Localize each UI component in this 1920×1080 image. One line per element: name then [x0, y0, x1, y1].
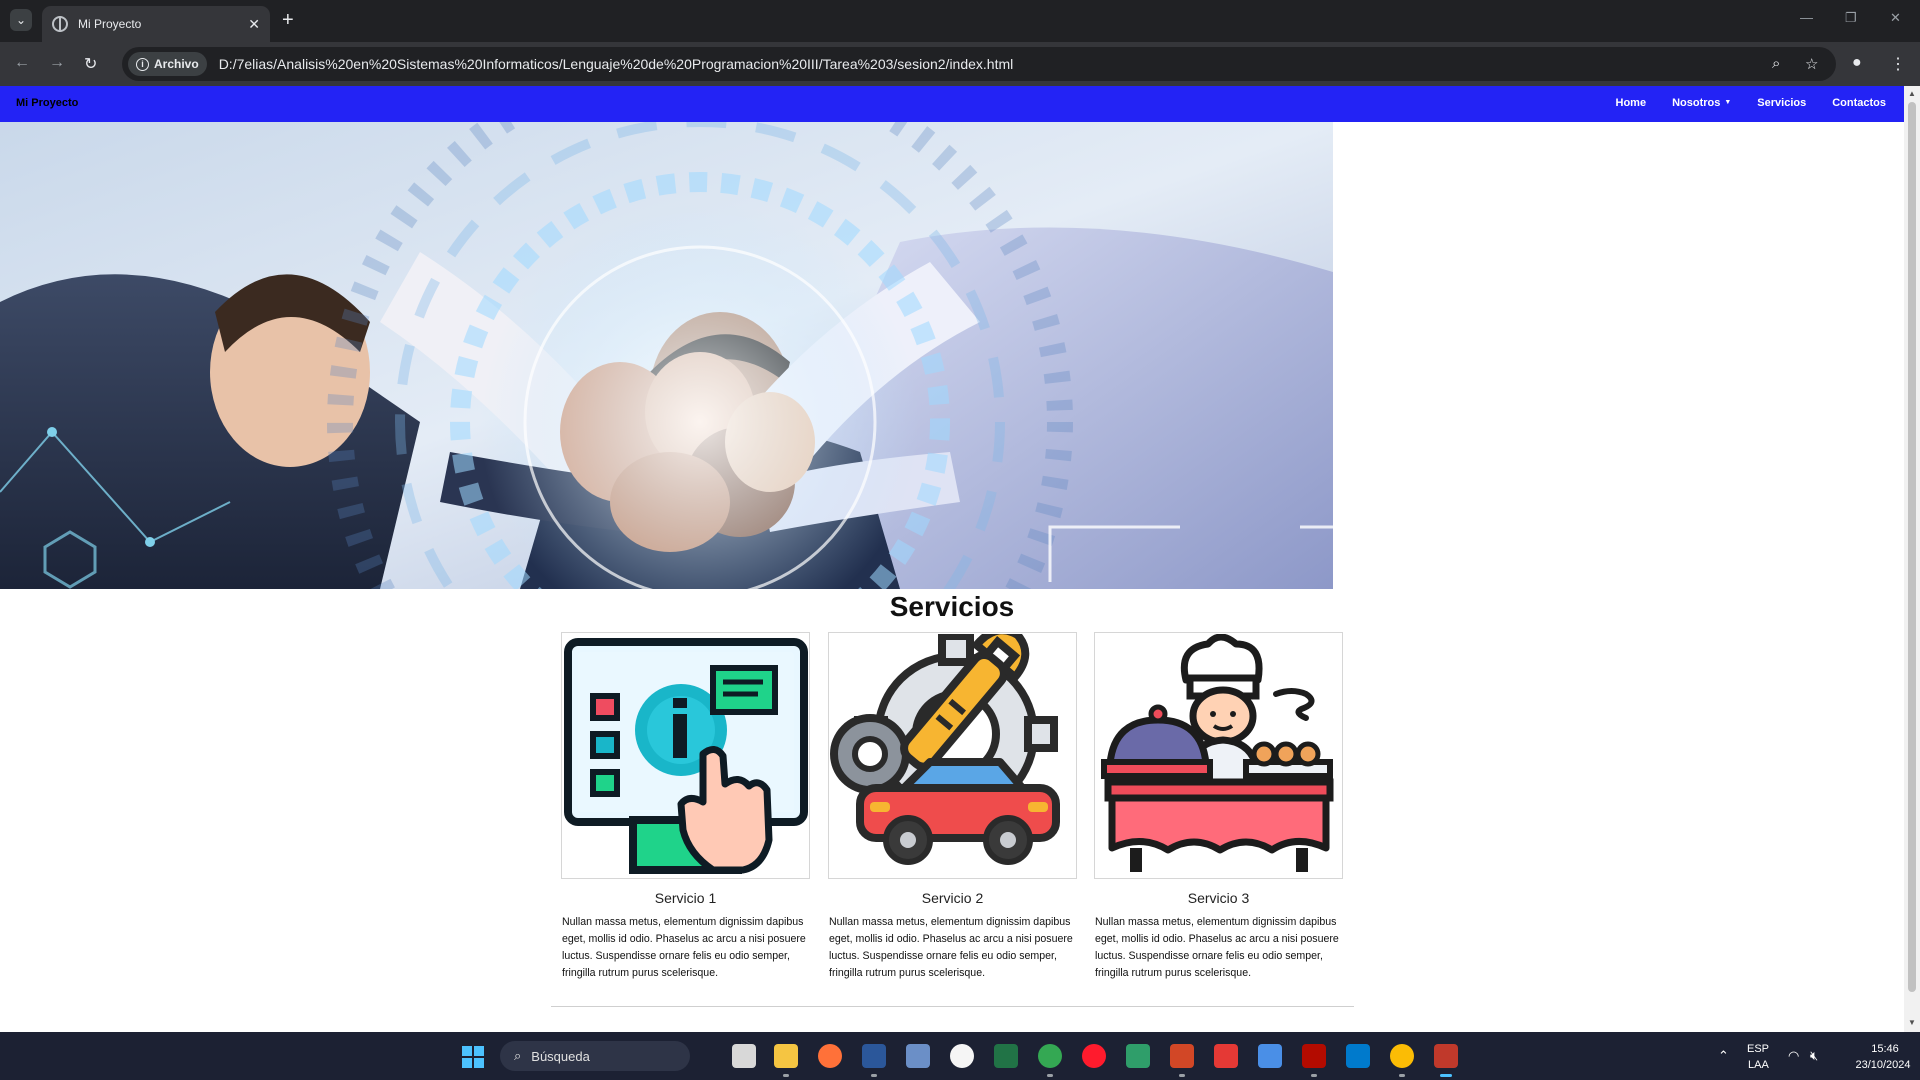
globe-icon — [52, 16, 68, 32]
address-bar[interactable]: i Archivo D:/7elias/Analisis%20en%20Sist… — [122, 47, 1836, 81]
speaker-muted-icon[interactable]: 🔇︎ — [1810, 1048, 1818, 1064]
scroll-down-icon[interactable]: ▼ — [1908, 1018, 1916, 1027]
browser-toolbar: ← → ↻ i Archivo D:/7elias/Analisis%20en%… — [0, 42, 1920, 86]
minimize-icon[interactable]: — — [1800, 10, 1813, 25]
service-title: Servicio 3 — [1187, 890, 1250, 906]
browser-tab[interactable]: Mi Proyecto ✕ — [42, 6, 270, 42]
forward-icon[interactable]: → — [49, 54, 65, 72]
nav-link-nosotros-label: Nosotros — [1672, 97, 1721, 109]
excel-icon[interactable] — [994, 1044, 1018, 1068]
language-code[interactable]: ESP — [1747, 1043, 1769, 1055]
service-card: Servicio 1 Nullan massa metus, elementum… — [561, 632, 810, 982]
car-repair-icon — [829, 633, 1060, 865]
service-title: Servicio 2 — [921, 890, 984, 906]
section-title: Servicios — [889, 591, 1015, 622]
service-title: Servicio 1 — [654, 890, 717, 906]
nav-link-servicios[interactable]: Servicios — [1757, 97, 1806, 109]
dropdown-caret-icon: ▼ — [1724, 99, 1732, 106]
notepad-icon[interactable] — [1258, 1044, 1282, 1068]
acrobat-icon[interactable] — [1302, 1044, 1326, 1068]
powerpoint-icon[interactable] — [1170, 1044, 1194, 1068]
running-indicator — [1399, 1074, 1405, 1077]
page-scrollbar[interactable]: ▲ ▼ — [1904, 86, 1920, 1032]
profile-icon[interactable]: ● — [1852, 54, 1862, 72]
windows-taskbar: ⌕ Búsqueda ⌃ ESP LAA ◠ 🔇︎ 15:46 23/10/20… — [0, 1032, 1920, 1080]
firefox-icon[interactable] — [818, 1044, 842, 1068]
reload-icon[interactable]: ↻ — [84, 54, 97, 74]
service-description: Nullan massa metus, elementum dignissim … — [562, 916, 806, 979]
file-explorer-icon[interactable] — [774, 1044, 798, 1068]
tab-title: Mi Proyecto — [78, 17, 142, 31]
search-icon: ⌕ — [514, 1048, 522, 1063]
site-info-chip[interactable]: i Archivo — [128, 52, 207, 76]
nav-link-home[interactable]: Home — [1616, 97, 1647, 109]
running-indicator — [1311, 1074, 1317, 1077]
service-image — [1094, 632, 1343, 879]
url-text: D:/7elias/Analisis%20en%20Sistemas%20Inf… — [218, 56, 1014, 72]
pdf-tool-icon[interactable] — [1214, 1044, 1238, 1068]
navbar-brand[interactable]: Mi Proyecto — [16, 97, 78, 109]
nav-link-contactos[interactable]: Contactos — [1832, 97, 1886, 109]
wifi-icon[interactable]: ◠ — [1788, 1048, 1799, 1064]
nav-link-nosotros[interactable]: Nosotros ▼ — [1672, 97, 1731, 109]
vscode-icon[interactable] — [1346, 1044, 1370, 1068]
running-indicator — [1047, 1074, 1053, 1077]
clock-time[interactable]: 15:46 — [1860, 1043, 1910, 1055]
hero-image — [0, 122, 1333, 589]
tab-search-button[interactable]: ⌄ — [10, 9, 32, 31]
running-indicator — [871, 1074, 877, 1077]
running-indicator — [1179, 1074, 1185, 1077]
close-tab-icon[interactable]: ✕ — [248, 16, 260, 33]
service-card: Servicio 2 Nullan massa metus, elementum… — [828, 632, 1077, 982]
touch-screen-info-icon — [563, 637, 808, 874]
taskbar-search-placeholder: Búsqueda — [531, 1048, 590, 1064]
service-card: Servicio 3 Nullan massa metus, elementum… — [1094, 632, 1343, 982]
page-viewport: Mi Proyecto Home Nosotros ▼ Servicios Con… — [0, 86, 1904, 1032]
site-navbar: Mi Proyecto Home Nosotros ▼ Servicios Con… — [0, 86, 1904, 122]
service-image — [561, 632, 810, 879]
taskbar-search[interactable]: ⌕ Búsqueda — [500, 1041, 690, 1071]
running-indicator — [783, 1074, 789, 1077]
browser-tab-bar: ⌄ Mi Proyecto ✕ + — ❐ ✕ — [0, 0, 1920, 42]
window-close-icon[interactable]: ✕ — [1890, 10, 1901, 26]
back-icon[interactable]: ← — [14, 54, 30, 72]
task-view-icon[interactable] — [732, 1044, 756, 1068]
site-chip-label: Archivo — [154, 57, 199, 71]
chrome-canary-icon[interactable] — [1038, 1044, 1062, 1068]
word-icon[interactable] — [862, 1044, 886, 1068]
service-image — [828, 632, 1077, 879]
bookmark-star-icon[interactable]: ☆ — [1805, 55, 1818, 73]
chef-catering-icon — [1100, 633, 1333, 872]
info-icon: i — [136, 57, 149, 71]
keyboard-layout[interactable]: LAA — [1748, 1059, 1769, 1071]
itunes-icon[interactable] — [950, 1044, 974, 1068]
nav-links: Home Nosotros ▼ Servicios Contactos — [1616, 97, 1886, 109]
scroll-thumb[interactable] — [1908, 102, 1916, 992]
service-description: Nullan massa metus, elementum dignissim … — [829, 916, 1073, 979]
calculator-icon[interactable] — [906, 1044, 930, 1068]
chrome-icon[interactable] — [1390, 1044, 1414, 1068]
restore-icon[interactable]: ❐ — [1845, 10, 1857, 26]
windows-start-icon[interactable] — [462, 1046, 484, 1068]
clock-date[interactable]: 23/10/2024 — [1850, 1059, 1916, 1071]
section-divider — [551, 1006, 1354, 1007]
new-tab-button[interactable]: + — [282, 9, 294, 31]
zoom-icon[interactable]: ⌕ — [1772, 55, 1780, 72]
scroll-up-icon[interactable]: ▲ — [1908, 89, 1916, 98]
drawing-app-icon[interactable] — [1126, 1044, 1150, 1068]
active-app-icon[interactable] — [1434, 1044, 1458, 1068]
active-indicator — [1440, 1074, 1452, 1077]
menu-kebab-icon[interactable]: ⋮ — [1890, 54, 1906, 74]
team-fist-bump-image — [0, 122, 1333, 589]
show-hidden-icons-chevron[interactable]: ⌃ — [1718, 1048, 1729, 1064]
opera-icon[interactable] — [1082, 1044, 1106, 1068]
service-description: Nullan massa metus, elementum dignissim … — [1095, 916, 1339, 979]
